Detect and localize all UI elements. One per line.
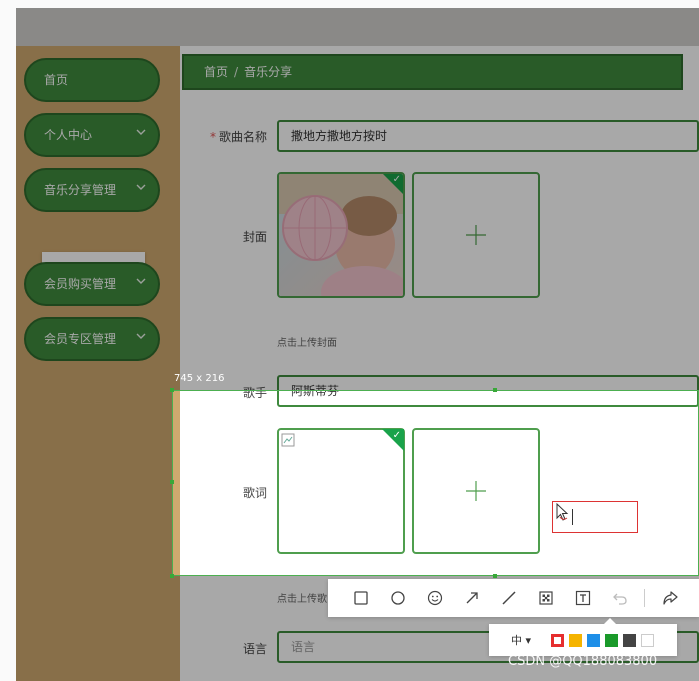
capture-dim-top <box>16 8 699 390</box>
undo-icon[interactable] <box>601 579 638 617</box>
watermark: CSDN @QQ188083800 <box>508 654 658 669</box>
color-swatch-green[interactable] <box>605 633 619 647</box>
color-size-toolbar: 中 ▾ <box>489 618 677 656</box>
emoji-icon[interactable] <box>416 579 453 617</box>
arrow-icon[interactable] <box>453 579 490 617</box>
resize-handle-bottom[interactable] <box>493 574 497 578</box>
mouse-pointer-icon <box>556 502 572 527</box>
share-icon[interactable] <box>651 579 688 617</box>
text-caret <box>572 509 573 525</box>
toolbar-divider <box>644 589 645 607</box>
text-icon[interactable] <box>564 579 601 617</box>
capture-size-label: 745 x 216 <box>174 373 225 384</box>
capture-selection[interactable] <box>172 390 699 576</box>
color-swatch-blue[interactable] <box>587 633 601 647</box>
mosaic-icon[interactable] <box>527 579 564 617</box>
resize-handle-top[interactable] <box>493 388 497 392</box>
resize-handle-left[interactable] <box>170 480 174 484</box>
annotation-toolbar <box>328 579 699 617</box>
line-icon[interactable] <box>490 579 527 617</box>
color-swatch-yellow[interactable] <box>569 633 583 647</box>
color-swatch-white[interactable] <box>641 633 655 647</box>
rectangle-icon[interactable] <box>342 579 379 617</box>
resize-handle-top-left[interactable] <box>170 388 174 392</box>
color-swatch-red[interactable] <box>551 633 565 647</box>
resize-handle-bottom-left[interactable] <box>170 574 174 578</box>
capture-dim-left <box>16 390 172 576</box>
toolbar-pointer <box>604 618 616 624</box>
ellipse-icon[interactable] <box>379 579 416 617</box>
font-size-dropdown[interactable]: 中 ▾ <box>511 632 531 648</box>
color-swatch-gray[interactable] <box>623 633 637 647</box>
